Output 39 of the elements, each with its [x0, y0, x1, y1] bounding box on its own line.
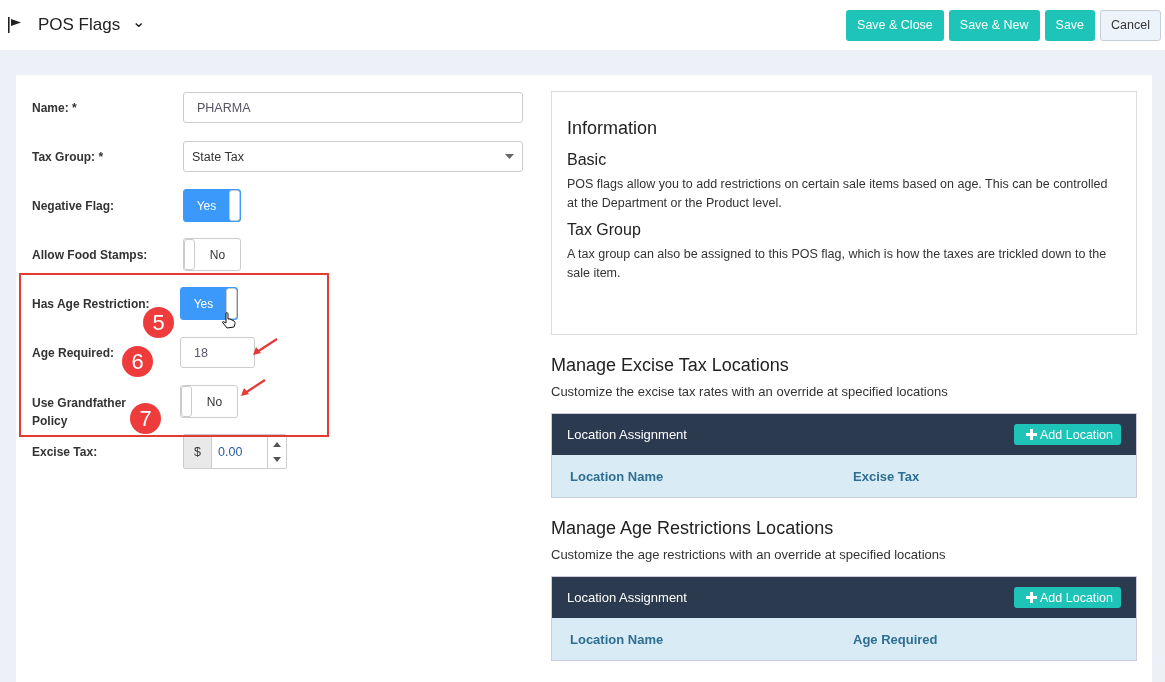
input-field[interactable]: 18	[180, 337, 255, 368]
flag-icon	[8, 17, 22, 33]
cancel-button[interactable]: Cancel	[1100, 9, 1161, 41]
table-title: Location Assignment	[567, 427, 687, 442]
panel-heading: Information	[567, 118, 659, 139]
field-label: Negative Flag:	[32, 197, 115, 215]
plus-icon	[1026, 429, 1037, 440]
plus-icon	[1026, 592, 1037, 603]
section-text: A tax group can also be assigned to this POS flag, which is how the taxes are trickled down to the sale item.	[567, 246, 1108, 282]
field-label: Name: *	[32, 99, 77, 117]
field-label: Tax Group: *	[32, 148, 104, 166]
section-description: Customize the age restrictions with an override at specified locations	[551, 547, 947, 562]
section-heading: Tax Group	[567, 221, 642, 239]
input-field[interactable]: PHARMA	[183, 92, 523, 123]
page-title: POS Flags	[38, 15, 121, 35]
table-title: Location Assignment	[567, 590, 687, 605]
hand-cursor-icon	[222, 312, 236, 329]
section-heading: Manage Age Restrictions Locations	[551, 518, 835, 539]
section-heading: Basic	[567, 151, 608, 169]
select-field[interactable]: State Tax	[183, 141, 523, 172]
dropdown-caret-icon	[505, 154, 514, 159]
toggle-switch[interactable]: No	[183, 238, 241, 271]
column-header: Age Required	[853, 631, 939, 647]
field-label: Age Required:	[32, 344, 114, 362]
currency-field[interactable]: $ 0.00	[183, 434, 287, 469]
field-label: Allow Food Stamps:	[32, 246, 148, 264]
section-text: POS flags allow you to add restrictions on certain sale items based on age. This can be controlled at the Department or the Product level.	[567, 176, 1109, 212]
column-header: Excise Tax	[853, 468, 921, 484]
column-header: Location Name	[570, 468, 665, 484]
chevron-down-icon[interactable]: ⌄	[132, 14, 146, 30]
spinner-arrows-icon[interactable]	[273, 440, 281, 463]
section-description: Customize the excise tax rates with an override at specified locations	[551, 384, 949, 399]
column-header: Location Name	[570, 631, 665, 647]
toggle-switch[interactable]: No	[180, 385, 238, 418]
arrow-drawing	[252, 338, 278, 356]
field-label: Use Grandfather Policy	[32, 394, 128, 430]
field-label: Excise Tax:	[32, 443, 98, 461]
arrow-drawing	[240, 379, 266, 397]
section-heading: Manage Excise Tax Locations	[551, 355, 790, 376]
